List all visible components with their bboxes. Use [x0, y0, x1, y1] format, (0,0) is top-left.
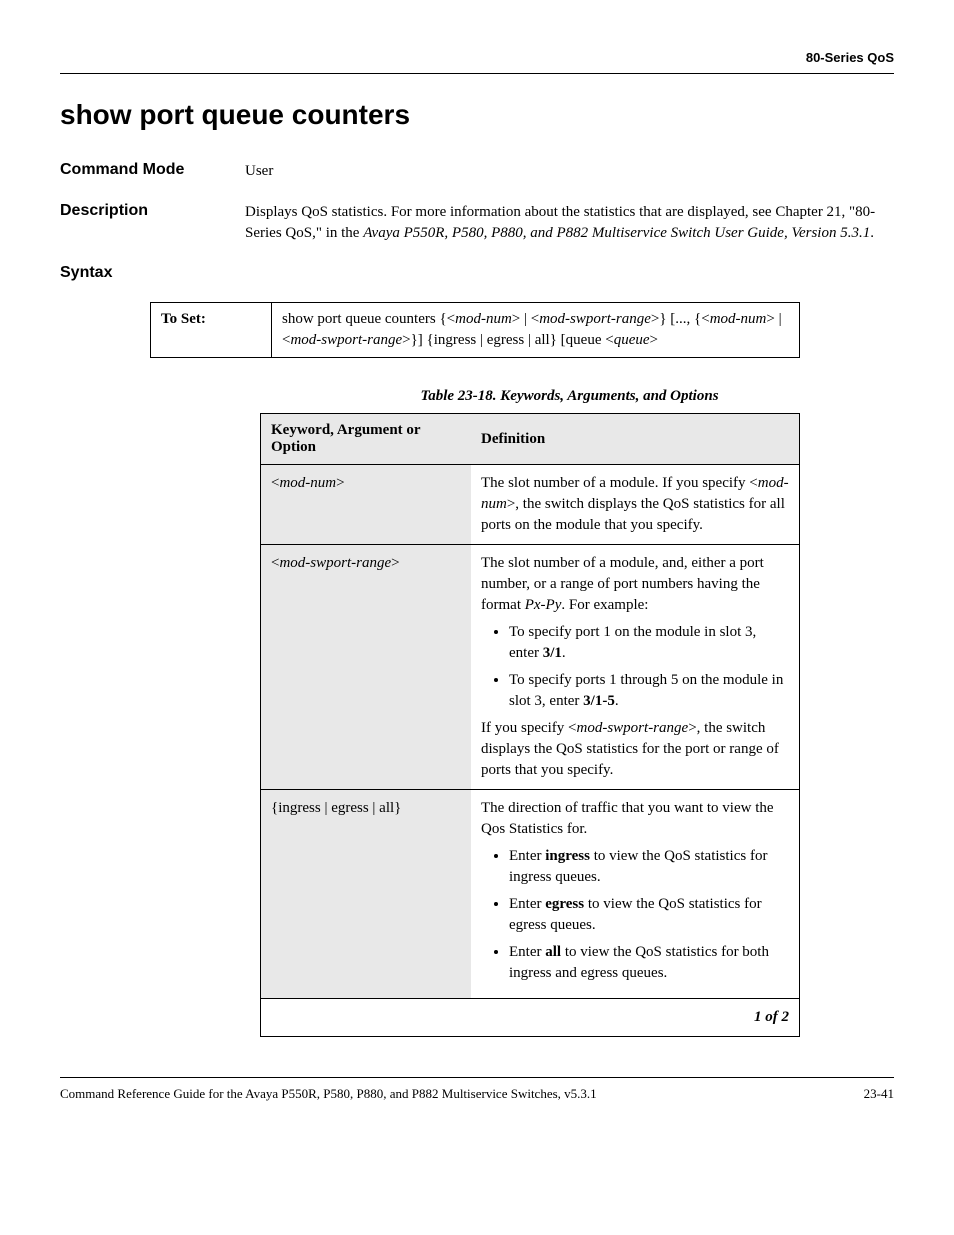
description-post: . — [870, 225, 874, 241]
pager-row: 1 of 2 — [261, 999, 800, 1037]
table-row: {ingress | egress | all} The direction o… — [261, 790, 800, 999]
syntax-command: show port queue counters {<mod-num> | <m… — [272, 303, 800, 358]
definition-cell: The slot number of a module. If you spec… — [471, 465, 800, 545]
description-label: Description — [60, 202, 245, 244]
list-item: Enter egress to view the QoS statistics … — [509, 894, 789, 936]
pager: 1 of 2 — [261, 999, 800, 1037]
table-header-row: Keyword, Argument or Option Definition — [261, 414, 800, 465]
args-table: Keyword, Argument or Option Definition <… — [260, 413, 800, 1037]
command-mode-value: User — [245, 161, 894, 182]
list-item: To specify ports 1 through 5 on the modu… — [509, 670, 789, 712]
list-item: Enter ingress to view the QoS statistics… — [509, 846, 789, 888]
syntax-set-label: To Set: — [151, 303, 272, 358]
keyword-cell: {ingress | egress | all} — [261, 790, 472, 999]
bullet-list: To specify port 1 on the module in slot … — [481, 622, 789, 712]
syntax-label: Syntax — [60, 264, 245, 282]
keyword-cell: <mod-num> — [261, 465, 472, 545]
syntax-row: Syntax — [60, 264, 894, 282]
col-keyword: Keyword, Argument or Option — [261, 414, 472, 465]
syntax-table: To Set: show port queue counters {<mod-n… — [150, 302, 800, 358]
description-row: Description Displays QoS statistics. For… — [60, 202, 894, 244]
bullet-list: Enter ingress to view the QoS statistics… — [481, 846, 789, 984]
table-row: <mod-num> The slot number of a module. I… — [261, 465, 800, 545]
page-footer: Command Reference Guide for the Avaya P5… — [60, 1077, 894, 1102]
definition-cell: The slot number of a module, and, either… — [471, 545, 800, 790]
page-title: show port queue counters — [60, 99, 894, 131]
description-text: Displays QoS statistics. For more inform… — [245, 202, 894, 244]
list-item: To specify port 1 on the module in slot … — [509, 622, 789, 664]
definition-cell: The direction of traffic that you want t… — [471, 790, 800, 999]
table-caption: Table 23-18. Keywords, Arguments, and Op… — [245, 388, 894, 405]
command-mode-row: Command Mode User — [60, 161, 894, 182]
command-mode-label: Command Mode — [60, 161, 245, 182]
footer-right: 23-41 — [864, 1086, 894, 1102]
footer-left: Command Reference Guide for the Avaya P5… — [60, 1086, 597, 1102]
description-italic: Avaya P550R, P580, P880, and P882 Multis… — [363, 225, 870, 241]
list-item: Enter all to view the QoS statistics for… — [509, 942, 789, 984]
table-row: <mod-swport-range> The slot number of a … — [261, 545, 800, 790]
page-header: 80-Series QoS — [60, 50, 894, 74]
section-title: 80-Series QoS — [806, 50, 894, 65]
keyword-cell: <mod-swport-range> — [261, 545, 472, 790]
col-definition: Definition — [471, 414, 800, 465]
